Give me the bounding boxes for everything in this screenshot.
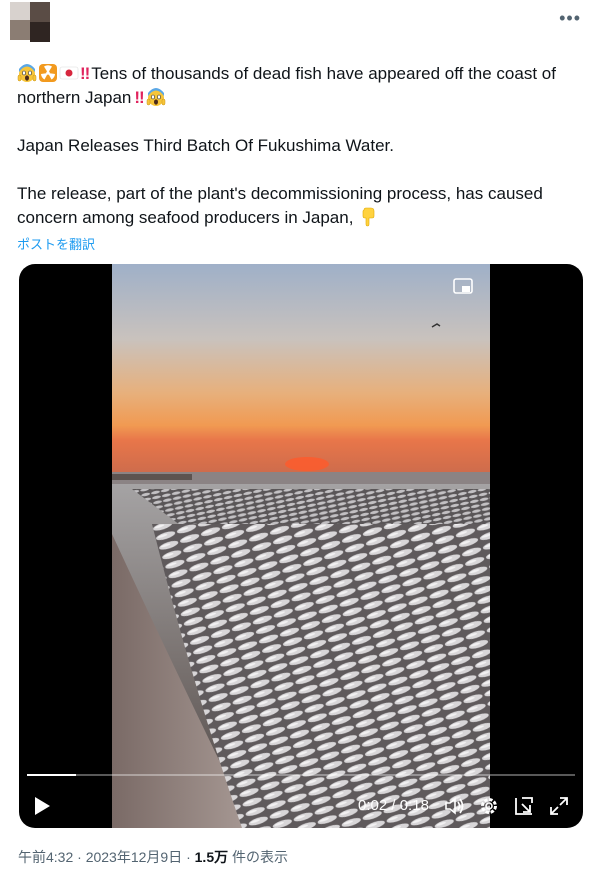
post-meta: 午前4:32 · 2023年12月9日 · 1.5万 件の表示 (18, 847, 288, 867)
video-progress-bar[interactable] (27, 774, 575, 776)
point-down-emoji-icon (362, 207, 375, 227)
tweet-line-1-text: Tens of thousands of dead fish have appe… (17, 64, 556, 107)
popout-icon[interactable] (513, 795, 535, 817)
video-time-separator: / (387, 797, 400, 814)
volume-icon[interactable] (443, 795, 465, 817)
tweet-line-3: The release, part of the plant's decommi… (17, 182, 587, 230)
tweet-line-3-text: The release, part of the plant's decommi… (17, 184, 543, 227)
fullscreen-icon[interactable] (548, 795, 570, 817)
tweet-text: ‼ Tens of thousands of dead fish have app… (17, 62, 587, 230)
avatar-pixel (10, 20, 30, 40)
radioactive-emoji-icon (39, 64, 57, 82)
double-exclamation: ‼ (80, 64, 90, 83)
avatar-pixel (30, 22, 50, 42)
avatar[interactable] (10, 2, 50, 42)
video-player[interactable]: 0:02 / 0:18 (19, 264, 583, 828)
japan-flag-icon (59, 66, 79, 80)
post-timestamp[interactable]: 午前4:32 · 2023年12月9日 · (18, 849, 195, 865)
video-time-total: 0:18 (399, 797, 429, 814)
scream-emoji-icon (17, 64, 37, 82)
double-exclamation: ‼ (134, 88, 144, 107)
more-icon[interactable]: ••• (559, 8, 581, 29)
video-frame (112, 264, 490, 828)
settings-icon[interactable] (478, 795, 500, 817)
video-time-current: 0:02 (358, 797, 388, 814)
pip-icon[interactable] (453, 278, 473, 296)
play-icon[interactable] (33, 796, 51, 816)
translate-post-link[interactable]: ポストを翻訳 (17, 234, 95, 253)
avatar-pixel (30, 2, 50, 22)
views-count: 1.5万 (194, 849, 229, 865)
scream-emoji-icon (146, 88, 165, 106)
video-time: 0:02 / 0:18 (358, 797, 429, 814)
views-label: 件の表示 (228, 849, 288, 865)
video-progress-fill (27, 774, 77, 776)
tweet-line-2: Japan Releases Third Batch Of Fukushima … (17, 136, 395, 155)
video-controls: 0:02 / 0:18 (19, 792, 583, 822)
avatar-pixel (10, 2, 30, 20)
tweet-line-1: ‼ Tens of thousands of dead fish have app… (17, 62, 587, 110)
